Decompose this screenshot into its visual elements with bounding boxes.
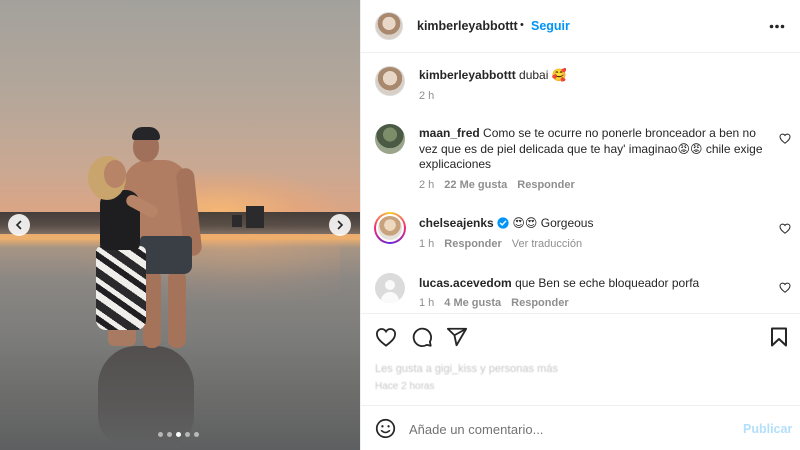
caption-time[interactable]: 2 h bbox=[419, 90, 434, 102]
post-photo[interactable] bbox=[0, 0, 360, 450]
previous-photo-button[interactable] bbox=[8, 214, 30, 236]
woman-dress bbox=[96, 246, 146, 330]
avatar bbox=[376, 214, 404, 242]
comment-time[interactable]: 1 h bbox=[419, 297, 434, 309]
header-username[interactable]: kimberleyabbottt bbox=[417, 19, 518, 33]
carousel-dot bbox=[167, 432, 172, 437]
comment-text: 😍😍 Gorgeous bbox=[512, 216, 594, 230]
man-cap bbox=[132, 127, 160, 140]
reply-button[interactable]: Responder bbox=[517, 179, 574, 191]
avatar[interactable] bbox=[375, 12, 403, 40]
heart-icon[interactable] bbox=[779, 223, 791, 234]
default-avatar-shoulders bbox=[381, 292, 399, 303]
comment-likes[interactable]: 4 Me gusta bbox=[444, 297, 501, 309]
avatar[interactable] bbox=[375, 124, 405, 154]
avatar[interactable] bbox=[375, 66, 405, 96]
comment-text: que Ben se eche bloqueador porfa bbox=[515, 276, 700, 290]
people-reflection bbox=[98, 346, 194, 446]
comment-composer: Publicar bbox=[361, 405, 800, 450]
comment: lucas.acevedom que Ben se eche bloqueado… bbox=[419, 276, 769, 292]
comment: chelseajenks 😍😍 Gorgeous bbox=[419, 216, 769, 232]
reply-button[interactable]: Responder bbox=[444, 238, 501, 250]
follow-button[interactable]: Seguir bbox=[531, 19, 570, 33]
comments-list[interactable]: kimberleyabbottt dubai 🥰 2 h maan_fred C… bbox=[361, 53, 800, 313]
translate-button[interactable]: Ver traducción bbox=[512, 238, 582, 250]
caption-meta: 2 h bbox=[419, 90, 434, 102]
default-avatar-head bbox=[385, 280, 395, 290]
share-icon[interactable] bbox=[446, 326, 468, 348]
comment-likes[interactable]: 22 Me gusta bbox=[444, 179, 507, 191]
avatar[interactable] bbox=[375, 273, 405, 303]
next-photo-button[interactable] bbox=[329, 214, 351, 236]
post-detail-panel: kimberleyabbottt • Seguir kimberleyabbot… bbox=[360, 0, 800, 450]
reply-button[interactable]: Responder bbox=[511, 297, 568, 309]
comment: maan_fred Como se te ocurre no ponerle b… bbox=[419, 126, 769, 173]
caption: kimberleyabbottt dubai 🥰 bbox=[419, 68, 769, 84]
bookmark-icon[interactable] bbox=[770, 327, 788, 347]
more-icon[interactable] bbox=[769, 24, 785, 29]
building-silhouette bbox=[232, 215, 242, 227]
carousel-dot bbox=[194, 432, 199, 437]
post-time[interactable]: Hace 2 horas bbox=[375, 381, 434, 392]
avatar-story-ring[interactable] bbox=[374, 212, 406, 244]
comment-meta: 2 h 22 Me gusta Responder bbox=[419, 179, 575, 191]
comment-icon[interactable] bbox=[411, 326, 433, 348]
likes-summary[interactable]: Les gusta a gigi_kiss y personas más bbox=[375, 363, 558, 375]
publish-button[interactable]: Publicar bbox=[743, 422, 792, 436]
carousel-dot bbox=[185, 432, 190, 437]
carousel-dot bbox=[176, 432, 181, 437]
heart-icon[interactable] bbox=[779, 282, 791, 293]
building-silhouette bbox=[246, 206, 264, 228]
comment-meta: 1 h 4 Me gusta Responder bbox=[419, 297, 569, 309]
man-leg bbox=[168, 270, 186, 348]
comment-username[interactable]: lucas.acevedom bbox=[419, 276, 512, 290]
emoji-icon[interactable] bbox=[375, 418, 396, 439]
separator-dot: • bbox=[520, 19, 524, 31]
heart-icon[interactable] bbox=[375, 327, 397, 347]
comment-meta: 1 h Responder Ver traducción bbox=[419, 238, 582, 250]
comment-input[interactable] bbox=[409, 419, 729, 439]
carousel-indicator bbox=[158, 432, 199, 437]
caption-username[interactable]: kimberleyabbottt bbox=[419, 68, 516, 82]
chevron-left-icon bbox=[15, 220, 22, 230]
comment-username[interactable]: chelseajenks bbox=[419, 216, 494, 230]
chevron-right-icon bbox=[337, 220, 344, 230]
comment-username[interactable]: maan_fred bbox=[419, 126, 480, 140]
comment-time[interactable]: 2 h bbox=[419, 179, 434, 191]
woman-head bbox=[104, 160, 126, 188]
man-shorts bbox=[140, 236, 192, 274]
carousel-dot bbox=[158, 432, 163, 437]
comment-time[interactable]: 1 h bbox=[419, 238, 434, 250]
heart-icon[interactable] bbox=[779, 133, 791, 144]
caption-text: dubai 🥰 bbox=[519, 68, 567, 82]
post-header: kimberleyabbottt • Seguir bbox=[361, 0, 800, 53]
verified-badge-icon bbox=[497, 217, 509, 229]
post-actions: Les gusta a gigi_kiss y personas más Hac… bbox=[361, 313, 800, 405]
